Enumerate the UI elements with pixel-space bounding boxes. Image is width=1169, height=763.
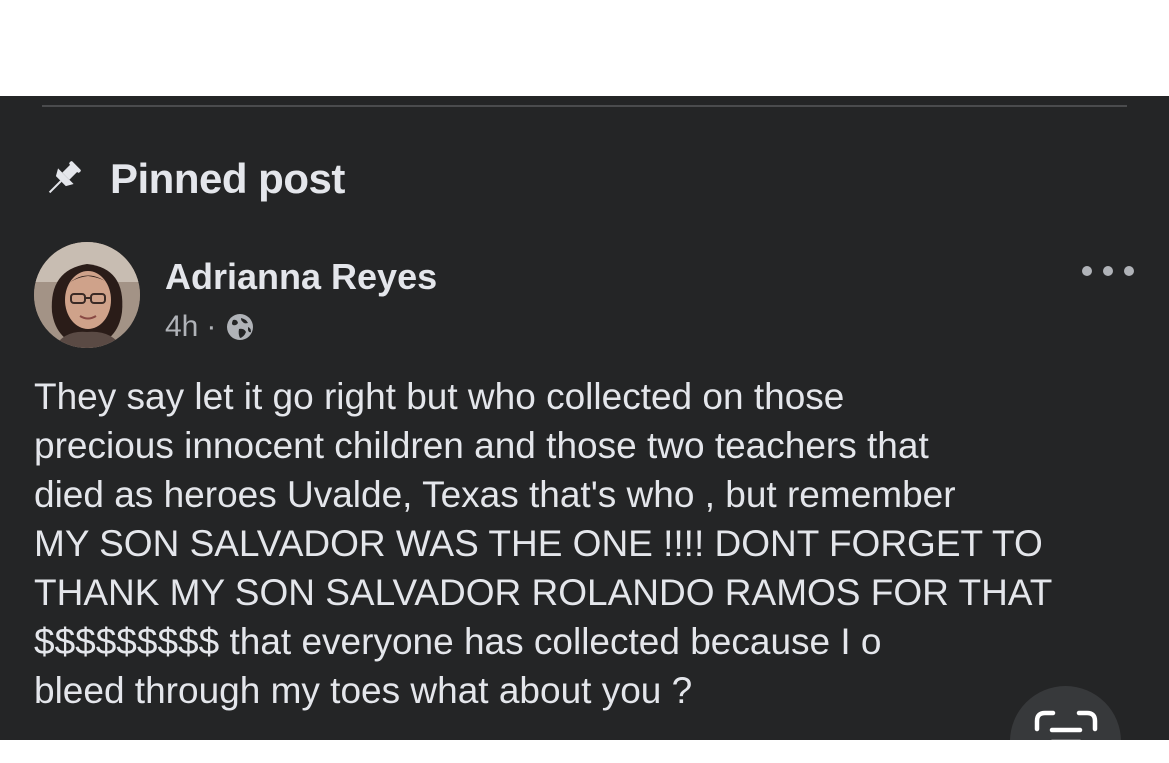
- more-options-icon: [1103, 266, 1113, 276]
- author-name[interactable]: Adrianna Reyes: [165, 256, 437, 298]
- more-options-button[interactable]: [1082, 258, 1134, 284]
- meta-separator: ·: [206, 310, 217, 343]
- pinned-post-label: Pinned post: [110, 155, 345, 202]
- pin-icon: [48, 161, 81, 194]
- post-body-text: They say let it go right but who collect…: [34, 376, 1053, 711]
- post-meta: 4h ·: [165, 310, 256, 344]
- globe-icon: [227, 314, 254, 340]
- divider: [42, 105, 1127, 107]
- pinned-post-card: Pinned post Adrianna Reyes 4h · They say…: [0, 96, 1169, 740]
- bottom-margin: [0, 740, 1169, 763]
- more-options-icon: [1082, 266, 1092, 276]
- post-timestamp[interactable]: 4h: [165, 310, 198, 344]
- pinned-post-header: Pinned post: [40, 154, 345, 204]
- top-margin: [0, 0, 1169, 96]
- more-options-icon: [1124, 266, 1134, 276]
- text-scan-icon: [1034, 710, 1097, 740]
- avatar[interactable]: [34, 242, 140, 348]
